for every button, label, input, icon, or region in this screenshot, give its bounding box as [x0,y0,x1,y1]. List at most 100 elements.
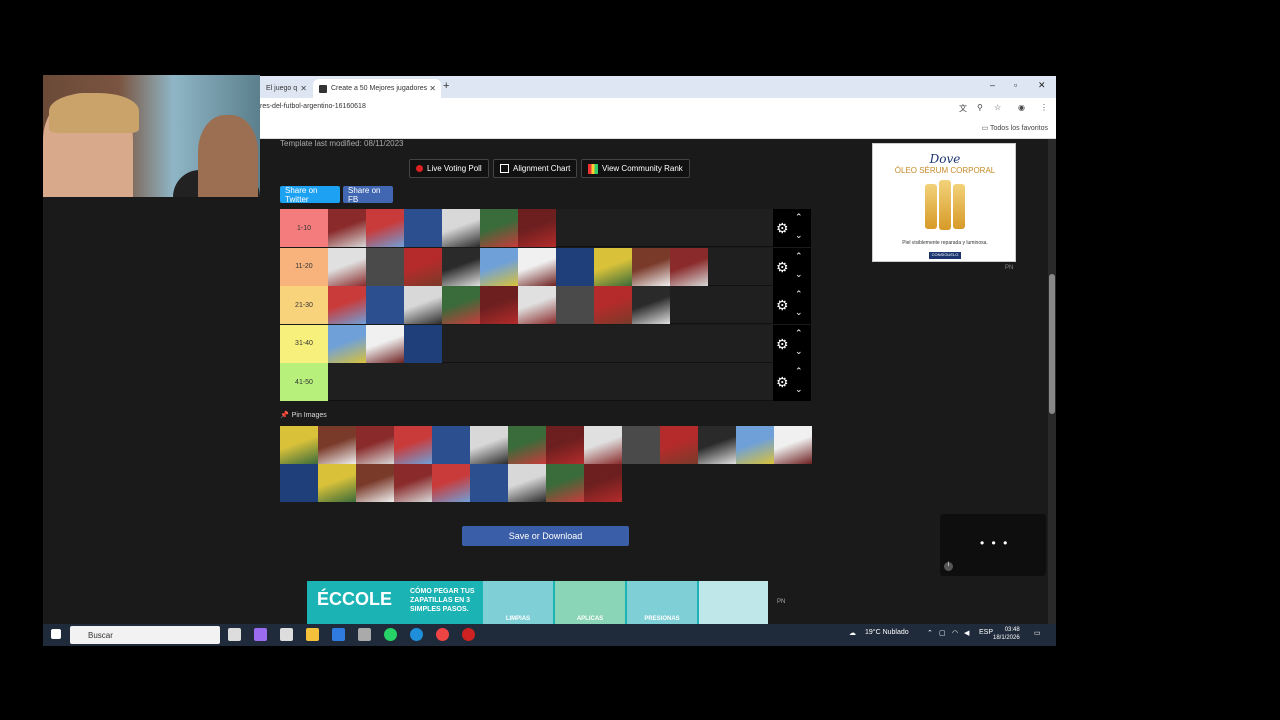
scroll-thumb[interactable] [1049,274,1055,414]
player-photo[interactable] [432,464,470,502]
tier-label[interactable]: 11-20 [280,247,328,286]
language-indicator[interactable]: ESP [979,629,993,636]
player-photo[interactable] [518,286,556,324]
eccole-ad[interactable]: ÉCCOLE CÓMO PEGAR TUS ZAPATILLAS EN 3 SI… [307,581,768,624]
player-photo[interactable] [546,426,584,464]
player-photo[interactable] [404,324,442,363]
player-photo[interactable] [328,247,366,286]
player-photo[interactable] [404,209,442,247]
player-photo[interactable] [622,426,660,464]
chevron-down-icon[interactable]: ⌄ [795,230,803,241]
gear-icon[interactable]: ⚙ [776,259,789,276]
chevron-up-icon[interactable]: ⌃ [795,251,803,262]
gear-icon[interactable]: ⚙ [776,374,789,391]
player-photo[interactable] [328,286,366,324]
player-photo[interactable] [404,286,442,324]
player-photo[interactable] [404,247,442,286]
player-photo[interactable] [480,209,518,247]
player-photo[interactable] [356,426,394,464]
player-photo[interactable] [366,286,404,324]
chevron-up-icon[interactable]: ⌃ [795,366,803,377]
player-photo[interactable] [508,426,546,464]
tab-tierlist[interactable]: Create a 50 Mejores jugadores ✕ [313,79,441,98]
volume-icon[interactable]: ◀ [964,629,969,637]
close-window-icon[interactable]: ✕ [1038,80,1046,91]
recorder-icon[interactable] [462,628,475,641]
gear-icon[interactable]: ⚙ [776,220,789,237]
share-facebook-button[interactable]: Share on FB [343,186,393,204]
player-photo[interactable] [366,324,404,363]
community-rank-button[interactable]: View Community Rank [581,159,690,178]
dove-ad[interactable]: Dove ÓLEO SÉRUM CORPORAL Piel visiblemen… [872,143,1016,262]
player-photo[interactable] [584,426,622,464]
player-photo[interactable] [366,247,404,286]
bookmark-star-icon[interactable]: ☆ [994,103,1001,112]
player-photo[interactable] [432,426,470,464]
tier-label[interactable]: 21-30 [280,286,328,324]
new-tab-button[interactable]: + [443,80,449,92]
meet-icon[interactable]: ▢ [939,629,946,637]
player-photo[interactable] [774,426,812,464]
tier-label[interactable]: 41-50 [280,363,328,401]
player-photo[interactable] [280,426,318,464]
player-photo[interactable] [584,464,622,502]
player-photo[interactable] [442,209,480,247]
player-photo[interactable] [394,464,432,502]
save-download-button[interactable]: Save or Download [462,526,629,546]
zoom-icon[interactable]: ⚲ [977,103,983,112]
chevron-down-icon[interactable]: ⌄ [795,346,803,357]
player-photo[interactable] [660,426,698,464]
player-photo[interactable] [594,286,632,324]
gear-icon[interactable]: ⚙ [776,297,789,314]
translate-icon[interactable]: 文 [959,103,967,114]
chevron-down-icon[interactable]: ⌄ [795,384,803,395]
chevron-up-icon[interactable]: ⌃ [927,629,933,637]
menu-icon[interactable]: ⋮ [1040,103,1048,112]
player-photo[interactable] [546,464,584,502]
player-photo[interactable] [556,286,594,324]
all-bookmarks-folder[interactable]: ▭ Todos los favoritos [982,124,1048,132]
chevron-up-icon[interactable]: ⌃ [795,289,803,300]
clock[interactable]: 03:48 18/1/2026 [993,626,1020,642]
player-photo[interactable] [480,286,518,324]
player-photo[interactable] [366,209,404,247]
player-photo[interactable] [518,247,556,286]
player-photo[interactable] [632,286,670,324]
windows-start-icon[interactable] [51,629,61,639]
taskbar-search-input[interactable]: Buscar [70,626,220,644]
copilot-icon[interactable] [254,628,267,641]
ad-cta-button[interactable]: CONSÍGUELO [929,252,961,259]
close-tab-icon[interactable]: ✕ [429,84,436,93]
wifi-icon[interactable]: ◠ [952,629,958,637]
close-tab-icon[interactable]: ✕ [300,84,307,93]
url-text[interactable]: res-del-futbol-argentino-16160618 [260,103,366,110]
share-twitter-button[interactable]: Share on Twitter [280,186,340,204]
alignment-chart-button[interactable]: Alignment Chart [493,159,578,178]
player-photo[interactable] [328,209,366,247]
video-player[interactable]: • • • i [940,514,1046,576]
tab-juego[interactable]: El juego q ✕ [260,79,312,98]
player-photo[interactable] [632,247,670,286]
player-photo[interactable] [442,247,480,286]
player-photo[interactable] [594,247,632,286]
minimize-icon[interactable]: – [990,80,995,90]
whatsapp-icon[interactable] [384,628,397,641]
tier-label[interactable]: 1-10 [280,209,328,247]
chevron-down-icon[interactable]: ⌄ [795,269,803,280]
chrome-icon[interactable] [436,628,449,641]
outlook-icon[interactable] [332,628,345,641]
tier-label[interactable]: 31-40 [280,324,328,363]
player-photo[interactable] [518,209,556,247]
chevron-up-icon[interactable]: ⌃ [795,328,803,339]
chevron-down-icon[interactable]: ⌄ [795,307,803,318]
player-photo[interactable] [328,324,366,363]
player-photo[interactable] [508,464,546,502]
weather-text[interactable]: 19°C Nublado [865,629,909,636]
live-voting-button[interactable]: Live Voting Poll [409,159,489,178]
maximize-icon[interactable]: ▫ [1014,80,1017,90]
gear-icon[interactable]: ⚙ [776,336,789,353]
file-explorer-icon[interactable] [306,628,319,641]
weather-icon[interactable]: ☁ [849,629,856,637]
player-photo[interactable] [280,464,318,502]
chevron-up-icon[interactable]: ⌃ [795,212,803,223]
